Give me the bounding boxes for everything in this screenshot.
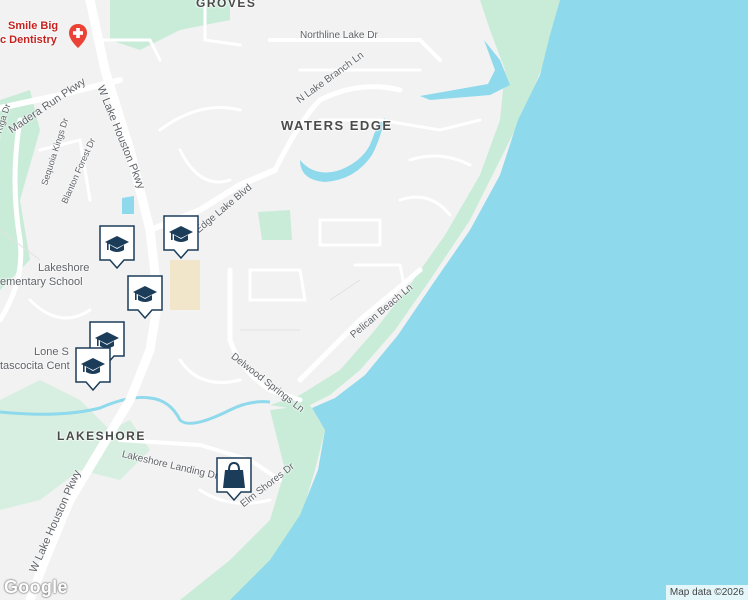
area-label-groves: GROVES (196, 0, 257, 10)
map-attribution[interactable]: Map data ©2026 (665, 585, 748, 600)
poi-label-lakeshore-elementary-1: Lakeshore (38, 262, 90, 274)
poi-label-lakeshore-elementary-2: ementary School (0, 276, 83, 288)
street-label-northline-lake-dr: Northline Lake Dr (300, 30, 378, 41)
google-logo[interactable]: Google (4, 577, 68, 598)
school-pin-3[interactable] (126, 274, 164, 320)
poi-label-dentistry-1: Smile Big (8, 20, 59, 32)
shopping-pin[interactable] (215, 456, 253, 502)
area-label-lakeshore: LAKESHORE (57, 429, 146, 443)
school-icon (75, 347, 111, 392)
poi-label-lone-star-2: tascocita Cent (0, 360, 70, 372)
map-base-layer (0, 0, 748, 600)
area-label-waters-edge: WATERS EDGE (281, 118, 393, 133)
map-view[interactable]: GROVES WATERS EDGE LAKESHORE Northline L… (0, 0, 748, 600)
school-pin-5[interactable] (74, 346, 112, 392)
school-icon (163, 215, 199, 260)
medical-cross-icon[interactable] (68, 24, 88, 53)
poi-label-lone-star-1: Lone S (34, 346, 69, 358)
school-icon (99, 225, 135, 270)
shopping-bag-icon (216, 457, 252, 502)
school-pin-2[interactable] (98, 224, 136, 270)
poi-label-dentistry-2: c Dentistry (0, 34, 57, 46)
school-icon (127, 275, 163, 320)
school-pin-1[interactable] (162, 214, 200, 260)
